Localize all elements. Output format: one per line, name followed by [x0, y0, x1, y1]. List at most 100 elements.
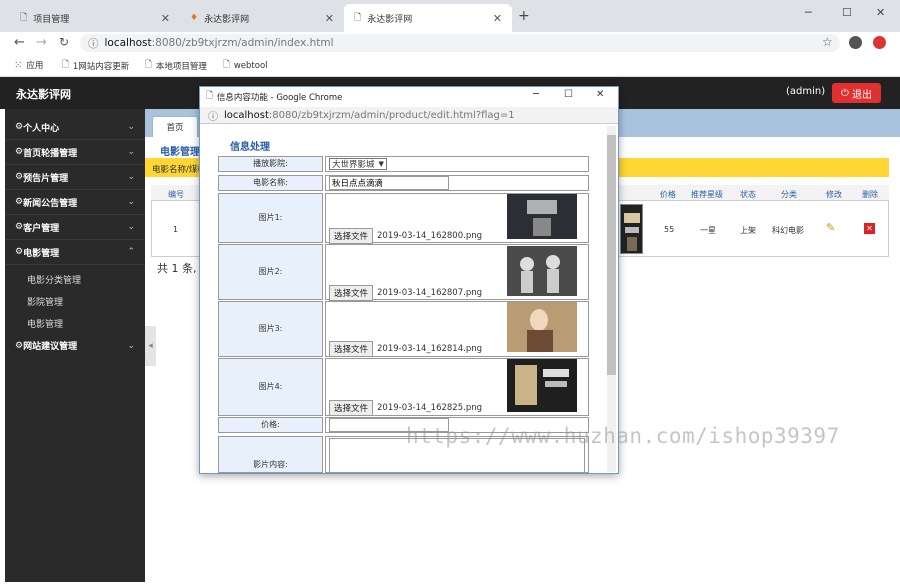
preview-art-3 [527, 309, 553, 352]
col-header-price: 价格 [660, 190, 676, 199]
maximize-icon[interactable]: ☐ [842, 6, 852, 19]
tab-home[interactable]: 首页 [152, 116, 198, 137]
popup-url-host: localhost [224, 109, 269, 121]
color-page-icon: ♦ [190, 13, 199, 23]
col-header-stars: 推荐星级 [691, 190, 723, 199]
dropdown-arrow-icon: ▼ [378, 160, 384, 168]
image-preview-3 [507, 302, 577, 352]
movie-name-input[interactable] [329, 176, 449, 190]
sidebar-item-customer[interactable]: ⚙ 客户管理 ⌄ [5, 215, 145, 240]
popup-maximize-icon[interactable]: ☐ [564, 89, 573, 100]
popup-minimize-icon[interactable]: ─ [533, 89, 539, 100]
close-tab-icon[interactable]: ✕ [493, 12, 502, 25]
chevron-down-icon: ⌄ [127, 222, 135, 232]
tab-title: 永达影评网 [367, 14, 413, 25]
star-icon[interactable]: ☆ [822, 35, 833, 49]
minimize-icon[interactable]: ─ [805, 6, 812, 19]
apps-grid-icon: ⁙ [14, 59, 23, 71]
tab-title: 项目管理 [33, 14, 70, 25]
file-picker-4: 选择文件 2019-03-14_162825.png [329, 400, 482, 416]
profile-icon[interactable] [849, 36, 862, 49]
sidebar-label: 个人中心 [23, 123, 60, 134]
bookmark-2[interactable]: 🗋 本地项目管理 [145, 59, 207, 73]
sidebar-item-carousel[interactable]: ⚙ 首页轮播管理 ⌄ [5, 140, 145, 165]
popup-title: 信息内容功能 - Google Chrome [216, 93, 343, 103]
choose-file-button[interactable]: 选择文件 [329, 400, 374, 416]
choose-file-button[interactable]: 选择文件 [329, 285, 374, 301]
poster-thumbnail [620, 204, 643, 254]
file-picker-2: 选择文件 2019-03-14_162807.png [329, 285, 482, 301]
page-icon: 🗋 [206, 91, 213, 101]
bookmark-3[interactable]: 🗋 webtool [223, 59, 268, 73]
delete-icon[interactable]: ✕ [864, 223, 875, 234]
reload-icon[interactable]: ↻ [59, 35, 69, 49]
sidebar-item-suggestion[interactable]: ⚙ 网站建议管理 ⌄ [5, 333, 145, 358]
info-icon: ⓘ [88, 37, 99, 50]
bookmark-apps[interactable]: ⁙ 应用 [14, 59, 44, 72]
label-image-1: 图片1: [218, 193, 323, 243]
browser-tab-3-active[interactable]: 🗋 永达影评网 ✕ [344, 4, 512, 32]
cinema-select[interactable]: 大世界影城 ▼ [329, 158, 387, 170]
forward-icon[interactable]: → [36, 35, 47, 50]
bookmark-label: 本地项目管理 [155, 62, 207, 72]
gear-icon: ⚙ [15, 147, 24, 157]
gear-icon: ⚙ [15, 340, 24, 351]
popup-close-icon[interactable]: ✕ [596, 89, 604, 100]
gear-icon: ⚙ [15, 122, 24, 132]
label-name: 电影名称: [218, 175, 323, 191]
file-picker-1: 选择文件 2019-03-14_162800.png [329, 228, 482, 244]
browser-tab-1[interactable]: 🗋 项目管理 ✕ [10, 4, 180, 32]
pagination-summary: 共 1 条, [157, 262, 197, 275]
preview-art-1 [527, 200, 557, 236]
cell-stars: 一星 [700, 226, 716, 235]
close-tab-icon[interactable]: ✕ [161, 12, 170, 25]
sidebar-item-trailer[interactable]: ⚙ 预告片管理 ⌄ [5, 165, 145, 190]
sidebar-item-movie[interactable]: ⚙ 电影管理 ⌃ [5, 240, 145, 265]
chevron-down-icon: ⌄ [127, 197, 135, 207]
close-window-icon[interactable]: ✕ [876, 6, 885, 19]
address-bar[interactable]: ⓘ localhost:8080/zb9txjrzm/admin/index.h… [80, 34, 840, 52]
choose-file-button[interactable]: 选择文件 [329, 341, 374, 357]
file-name: 2019-03-14_162825.png [377, 403, 482, 413]
submenu-cinema[interactable]: 影院管理 [27, 295, 63, 308]
page-icon: 🗋 [223, 60, 230, 70]
col-header-id: 编号 [168, 190, 184, 199]
watermark-text: https://www.huzhan.com/ishop39397 [406, 424, 840, 448]
tab-home-label: 首页 [166, 123, 184, 133]
col-header-edit: 修改 [826, 190, 842, 199]
popup-scrollbar-thumb[interactable] [607, 135, 616, 375]
tab-title: 永达影评网 [204, 14, 250, 25]
info-icon: ⓘ [208, 111, 218, 123]
label-image-3: 图片3: [218, 301, 323, 357]
close-tab-icon[interactable]: ✕ [325, 12, 334, 25]
col-header-category: 分类 [781, 190, 797, 199]
browser-tab-2[interactable]: ♦ 永达影评网 ✕ [180, 4, 344, 32]
bookmark-label: 应用 [26, 61, 44, 71]
sidebar-item-personal[interactable]: ⚙ 个人中心 ⌄ [5, 115, 145, 140]
choose-file-button[interactable]: 选择文件 [329, 228, 374, 244]
cinema-select-value: 大世界影城 [332, 160, 375, 170]
sidebar-collapse-handle[interactable]: ◂ [145, 326, 156, 366]
sidebar-label: 预告片管理 [23, 173, 69, 184]
chevron-down-icon: ⌄ [127, 122, 135, 132]
sidebar-label: 首页轮播管理 [23, 148, 78, 159]
col-header-delete: 删除 [862, 190, 878, 199]
edit-pencil-icon[interactable]: ✎ [826, 221, 835, 234]
file-name: 2019-03-14_162807.png [377, 288, 482, 298]
logout-button[interactable]: ⏻ 退出 [832, 83, 881, 103]
submenu-movie[interactable]: 电影管理 [27, 317, 63, 330]
bookmark-1[interactable]: 🗋 1网站内容更新 [62, 59, 129, 73]
cell-category: 科幻电影 [772, 226, 804, 235]
sidebar-item-news[interactable]: ⚙ 新闻公告管理 ⌄ [5, 190, 145, 215]
page-icon: 🗋 [145, 60, 152, 70]
submenu-movie-category[interactable]: 电影分类管理 [27, 273, 81, 286]
new-tab-icon[interactable]: + [518, 8, 530, 24]
back-icon[interactable]: ← [14, 35, 25, 50]
update-icon[interactable] [873, 36, 886, 49]
label-cinema: 播放影院: [218, 156, 323, 172]
form-heading: 信息处理 [230, 142, 270, 153]
col-header-status: 状态 [740, 190, 756, 199]
popup-address-bar[interactable]: ⓘ localhost:8080/zb9txjrzm/admin/product… [200, 107, 618, 124]
chevron-down-icon: ⌄ [127, 147, 135, 157]
sidebar-label: 新闻公告管理 [23, 198, 78, 209]
